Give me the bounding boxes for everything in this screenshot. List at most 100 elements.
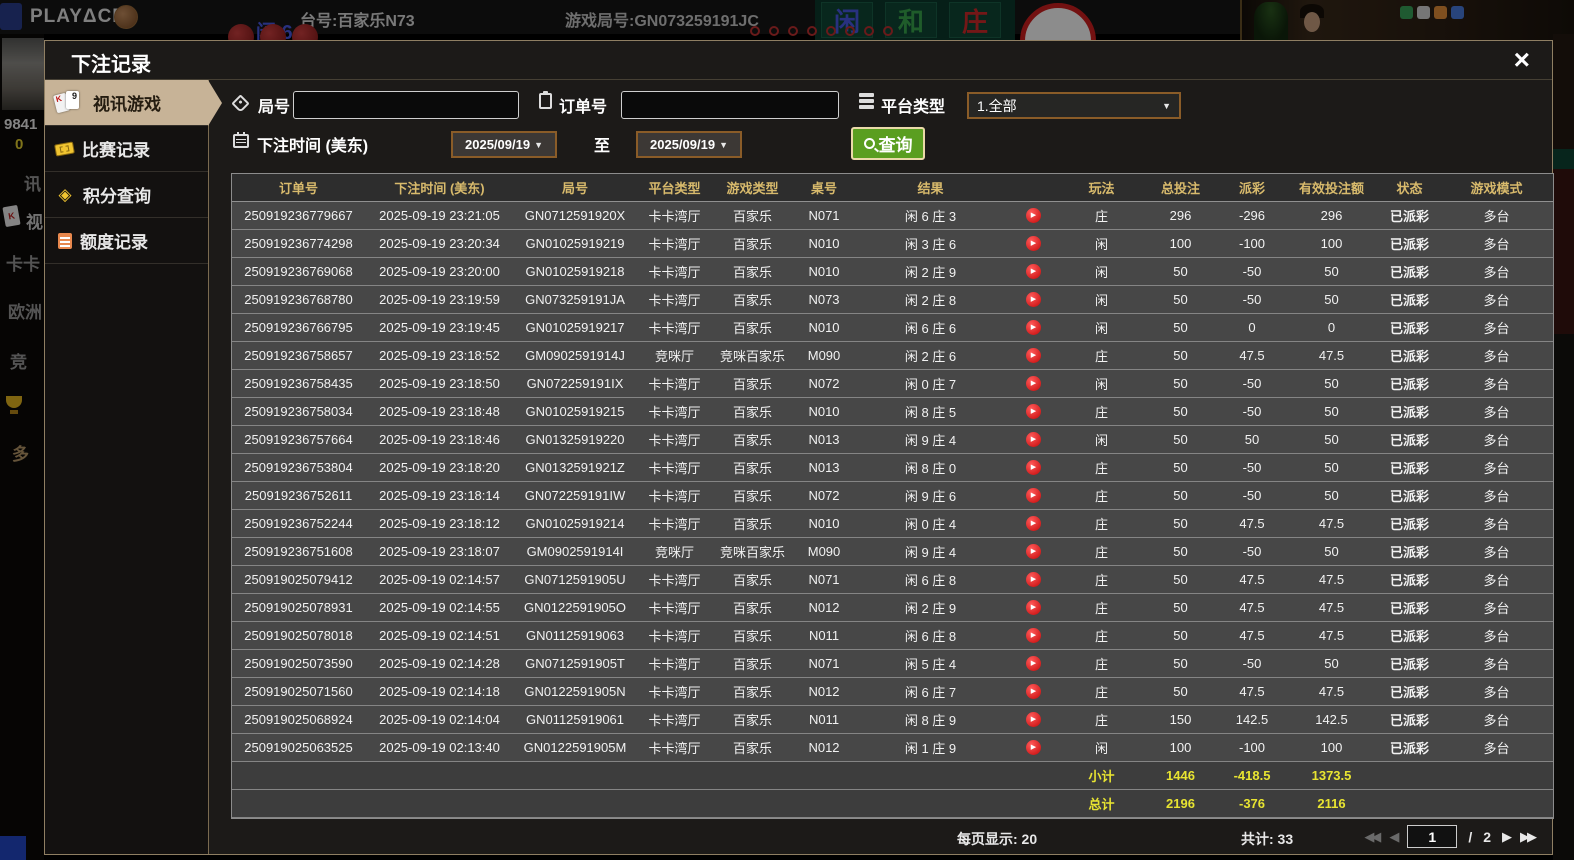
play-video-button[interactable]: ▶: [1026, 712, 1041, 728]
round-cell: GN01025919214: [514, 509, 636, 538]
bet-type-cell: 庄: [1062, 201, 1141, 230]
bet-type-cell: 庄: [1062, 649, 1141, 678]
time-cell: 2025-09-19 02:14:04: [365, 705, 514, 734]
nav-item-video-games[interactable]: K9 视讯游戏: [45, 80, 222, 126]
nav-label: 视讯游戏: [93, 95, 161, 114]
date-from-picker[interactable]: 2025/09/19 ▼: [451, 131, 557, 158]
play-video-button[interactable]: ▶: [1026, 432, 1041, 448]
status-cell: 已派彩: [1379, 397, 1440, 426]
payout-cell: -50: [1220, 397, 1284, 426]
total-bet-cell: 50: [1141, 453, 1220, 482]
grand-total-row: 总计 2196 -376 2116: [232, 789, 1553, 818]
result-cell: 闲 6 庄 8: [856, 565, 1005, 594]
title-divider: [45, 79, 1552, 80]
platform-cell: 卡卡湾厅: [636, 565, 713, 594]
total-bet-cell: 50: [1141, 369, 1220, 398]
table-row: 250919236758435 2025-09-19 23:18:50 GN0722…: [232, 369, 1553, 398]
game-type-cell: 百家乐: [713, 369, 792, 398]
date-to-picker[interactable]: 2025/09/19 ▼: [636, 131, 742, 158]
total-pages-label: 2: [1483, 828, 1491, 845]
play-video-button[interactable]: ▶: [1026, 208, 1041, 224]
valid-bet-cell: 50: [1284, 369, 1379, 398]
round-input[interactable]: [293, 91, 519, 119]
play-video-button[interactable]: ▶: [1026, 376, 1041, 392]
table-no-cell: N073: [792, 285, 856, 314]
current-page-input[interactable]: 1: [1407, 825, 1458, 848]
game-type-cell: 百家乐: [713, 257, 792, 286]
bet-records-dialog: 下注记录 × K9 视讯游戏 比赛记录 ◈ 积分查询 额度记录 局号 订单号 平…: [44, 40, 1554, 855]
last-page-icon[interactable]: ▶▶: [1520, 829, 1537, 845]
result-cell: 闲 6 庄 7: [856, 677, 1005, 706]
play-video-button[interactable]: ▶: [1026, 488, 1041, 504]
play-video-button[interactable]: ▶: [1026, 628, 1041, 644]
play-video-button[interactable]: ▶: [1026, 404, 1041, 420]
order-cell: 250919236753804: [232, 453, 365, 482]
status-cell: 已派彩: [1379, 481, 1440, 510]
play-video-button[interactable]: ▶: [1026, 292, 1041, 308]
valid-bet-cell: 0: [1284, 313, 1379, 342]
game-type-cell: 竞咪百家乐: [713, 537, 792, 566]
payout-cell: -100: [1220, 229, 1284, 258]
nav-item-points-query[interactable]: ◈ 积分查询: [45, 172, 208, 218]
bet-type-cell: 庄: [1062, 341, 1141, 370]
nav-label: 积分查询: [83, 187, 151, 206]
play-video-button[interactable]: ▶: [1026, 740, 1041, 756]
order-cell: 250919025071560: [232, 677, 365, 706]
payout-cell: 50: [1220, 425, 1284, 454]
status-cell: 已派彩: [1379, 537, 1440, 566]
footer-label: 总计: [1062, 789, 1141, 818]
platform-cell: 竞咪厅: [636, 537, 713, 566]
valid-bet-cell: 50: [1284, 537, 1379, 566]
nav-item-quota-records[interactable]: 额度记录: [45, 218, 208, 264]
play-video-button[interactable]: ▶: [1026, 460, 1041, 476]
play-video-button[interactable]: ▶: [1026, 656, 1041, 672]
play-video-button[interactable]: ▶: [1026, 544, 1041, 560]
game-type-cell: 百家乐: [713, 705, 792, 734]
play-video-button[interactable]: ▶: [1026, 684, 1041, 700]
bet-type-cell: 庄: [1062, 481, 1141, 510]
game-type-cell: 百家乐: [713, 201, 792, 230]
table-row: 250919025063525 2025-09-19 02:13:40 GN0122…: [232, 733, 1553, 762]
result-cell: 闲 9 庄 4: [856, 537, 1005, 566]
round-cell: GN01025919219: [514, 229, 636, 258]
play-cell: ▶: [1005, 677, 1062, 706]
payout-cell: 47.5: [1220, 593, 1284, 622]
bet-type-cell: 庄: [1062, 593, 1141, 622]
platform-select[interactable]: 1.全部 ▼: [967, 92, 1181, 119]
play-video-button[interactable]: ▶: [1026, 320, 1041, 336]
nav-item-match-records[interactable]: 比赛记录: [45, 126, 208, 172]
game-mode-cell: 多台: [1440, 341, 1553, 370]
payout-cell: 47.5: [1220, 677, 1284, 706]
valid-bet-cell: 50: [1284, 453, 1379, 482]
play-video-button[interactable]: ▶: [1026, 264, 1041, 280]
play-video-button[interactable]: ▶: [1026, 572, 1041, 588]
platform-cell: 卡卡湾厅: [636, 677, 713, 706]
time-cell: 2025-09-19 02:14:57: [365, 565, 514, 594]
valid-bet-cell: 47.5: [1284, 509, 1379, 538]
footer-valid-bet: 1373.5: [1284, 761, 1379, 790]
query-button[interactable]: 查询: [851, 127, 925, 160]
table-row: 250919025078018 2025-09-19 02:14:51 GN0112…: [232, 621, 1553, 650]
table-row: 250919236752611 2025-09-19 23:18:14 GN0722…: [232, 481, 1553, 510]
prev-page-icon[interactable]: ◀: [1389, 829, 1399, 845]
play-video-button[interactable]: ▶: [1026, 348, 1041, 364]
table-no-cell: N012: [792, 733, 856, 762]
play-video-button[interactable]: ▶: [1026, 236, 1041, 252]
status-cell: 已派彩: [1379, 201, 1440, 230]
order-input[interactable]: [621, 91, 839, 119]
first-page-icon[interactable]: ◀◀: [1364, 829, 1381, 845]
game-type-cell: 百家乐: [713, 733, 792, 762]
bet-type-cell: 闲: [1062, 369, 1141, 398]
valid-bet-cell: 47.5: [1284, 341, 1379, 370]
next-page-icon[interactable]: ▶: [1502, 829, 1512, 845]
table-row: 250919236774298 2025-09-19 23:20:34 GN0102…: [232, 229, 1553, 258]
play-video-button[interactable]: ▶: [1026, 516, 1041, 532]
game-type-cell: 百家乐: [713, 593, 792, 622]
footer-spacer: [1440, 789, 1553, 818]
game-type-cell: 百家乐: [713, 481, 792, 510]
play-video-button[interactable]: ▶: [1026, 600, 1041, 616]
valid-bet-cell: 50: [1284, 397, 1379, 426]
date-from-value: 2025/09/19: [465, 137, 531, 152]
records-table: 订单号 下注时间 (美东) 局号 平台类型 游戏类型 桌号 结果 玩法 总投注 派彩 有效投注额 状态…: [231, 173, 1554, 819]
close-icon[interactable]: ×: [1514, 43, 1530, 77]
